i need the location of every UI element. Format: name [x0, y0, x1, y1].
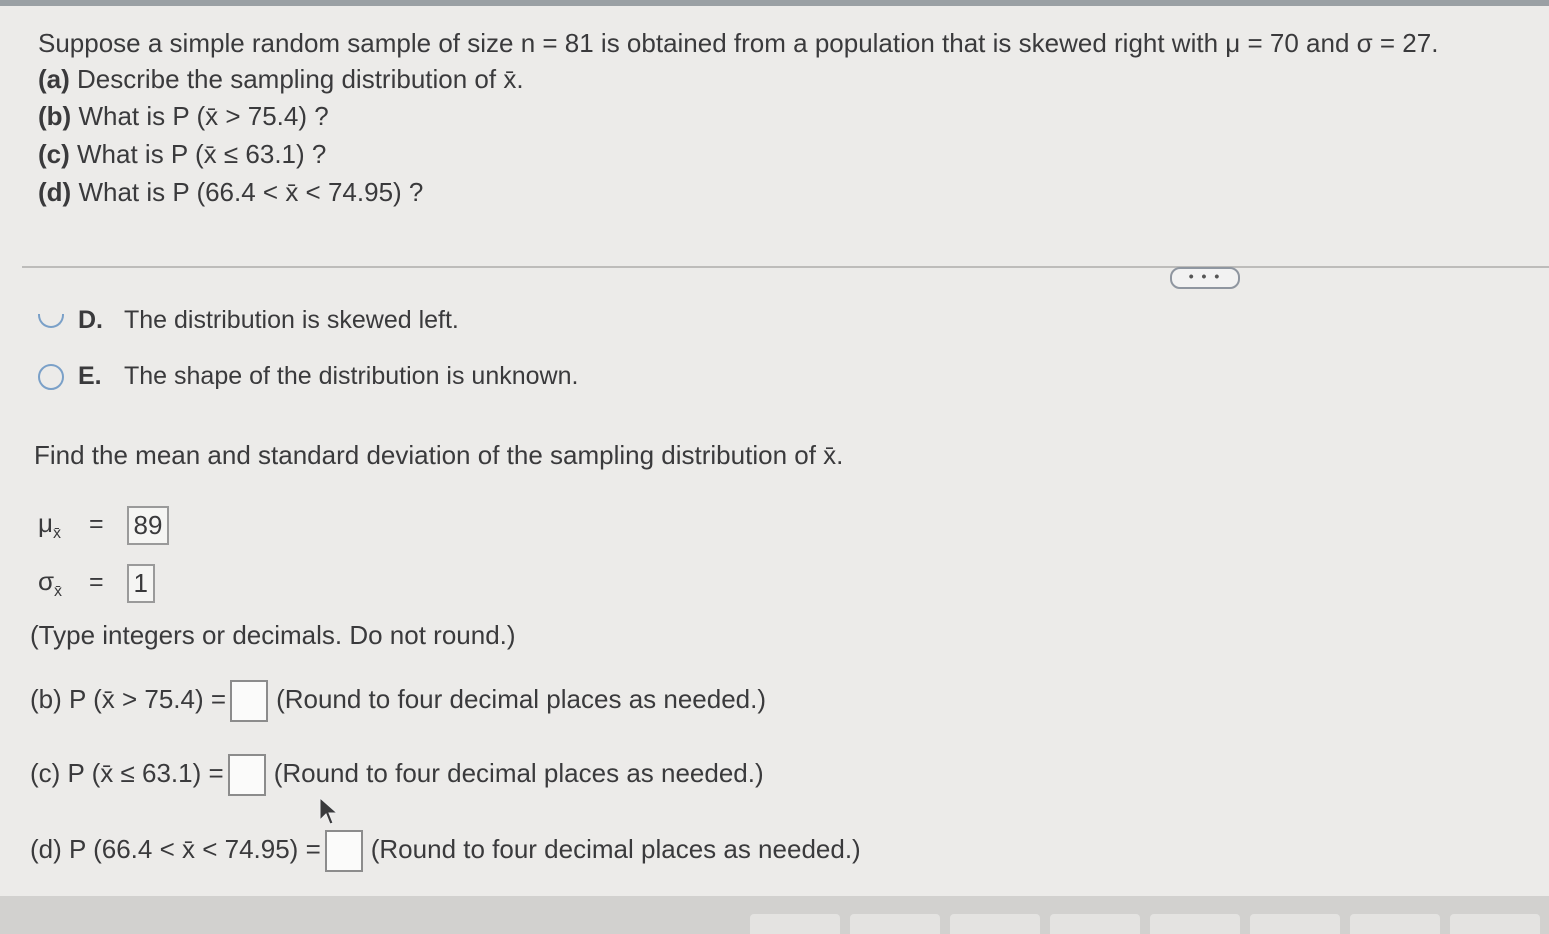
mean-input[interactable]: 89 [126, 506, 170, 545]
answer-d-hint: (Round to four decimal places as needed.… [370, 833, 861, 864]
mean-row: μx̄ = 89 [38, 506, 170, 545]
bottom-button[interactable] [1450, 914, 1540, 934]
answer-d-input[interactable] [324, 830, 363, 872]
mean-symbol: μx̄ [38, 508, 61, 543]
find-instruction: Find the mean and standard deviation of … [34, 440, 844, 470]
answer-b-hint: (Round to four decimal places as needed.… [276, 683, 767, 714]
question-part-b: (b) What is P (x̄ > 75.4) ? [38, 101, 329, 132]
radio-button[interactable] [38, 364, 64, 391]
bottom-button[interactable] [950, 914, 1040, 934]
option-e-text: The shape of the distribution is unknown… [124, 362, 579, 390]
bottom-button[interactable] [750, 914, 840, 934]
option-d-letter: D. [78, 306, 103, 330]
answer-b-input[interactable] [230, 680, 269, 722]
part-b-text: What is P (x̄ > 75.4) ? [78, 101, 329, 131]
expand-more-button[interactable]: • • • [1170, 267, 1240, 289]
question-part-c: (c) What is P (x̄ ≤ 63.1) ? [38, 139, 326, 170]
type-note: (Type integers or decimals. Do not round… [30, 620, 516, 650]
part-a-text: Describe the sampling distribution of x̄… [77, 64, 524, 94]
mean-equals: = [88, 510, 104, 539]
answer-c-label: (c) P (x̄ ≤ 63.1) = [30, 757, 224, 788]
answer-c-input[interactable] [227, 754, 266, 796]
sd-input[interactable]: 1 [126, 564, 155, 603]
radio-button[interactable] [38, 314, 64, 329]
option-e[interactable]: E. The shape of the distribution is unkno… [38, 362, 578, 391]
bottom-button[interactable] [850, 914, 940, 934]
sd-row: σx̄ = 1 [38, 564, 155, 603]
option-e-letter: E. [78, 362, 102, 390]
part-c-label: (c) [38, 139, 70, 169]
answer-c-hint: (Round to four decimal places as needed.… [273, 757, 764, 788]
answer-row-b: (b) P (x̄ > 75.4) = (Round to four decima… [30, 680, 766, 722]
bottom-button[interactable] [1350, 914, 1440, 934]
question-part-a: (a) Describe the sampling distribution o… [38, 64, 524, 95]
question-part-d: (d) What is P (66.4 < x̄ < 74.95) ? [38, 177, 423, 208]
bottom-button[interactable] [1050, 914, 1140, 934]
bottom-button[interactable] [1150, 914, 1240, 934]
part-c-text: What is P (x̄ ≤ 63.1) ? [77, 139, 327, 169]
answer-d-label: (d) P (66.4 < x̄ < 74.95) = [30, 833, 321, 864]
top-bar [0, 0, 1549, 6]
answer-row-c: (c) P (x̄ ≤ 63.1) = (Round to four decima… [30, 754, 764, 796]
option-d-text: The distribution is skewed left. [124, 306, 459, 330]
part-a-label: (a) [38, 64, 70, 94]
part-b-label: (b) [38, 101, 72, 131]
part-d-text: What is P (66.4 < x̄ < 74.95) ? [78, 177, 424, 207]
mouse-cursor-icon [319, 796, 339, 825]
answer-row-d: (d) P (66.4 < x̄ < 74.95) = (Round to fou… [30, 830, 861, 872]
option-d[interactable]: D. The distribution is skewed left. [38, 306, 459, 330]
question-intro: Suppose a simple random sample of size n… [38, 28, 1439, 58]
part-d-label: (d) [38, 177, 72, 207]
bottom-button[interactable] [1250, 914, 1340, 934]
sd-symbol: σx̄ [38, 566, 63, 601]
section-divider [22, 266, 1549, 268]
answer-b-label: (b) P (x̄ > 75.4) = [30, 683, 227, 714]
sd-equals: = [88, 568, 104, 597]
